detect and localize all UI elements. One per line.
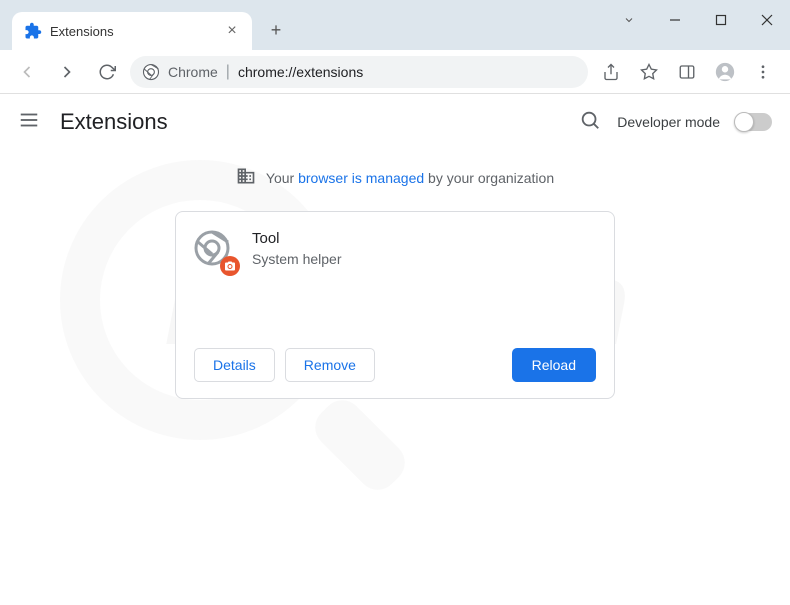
developer-mode-toggle[interactable] [736,113,772,131]
page-header: Extensions Developer mode [0,94,790,150]
search-icon[interactable] [579,109,601,136]
managed-link[interactable]: browser is managed [298,170,424,186]
details-button[interactable]: Details [194,348,275,382]
new-tab-button[interactable]: + [260,14,292,46]
hamburger-icon[interactable] [18,109,42,136]
forward-button[interactable] [50,55,84,89]
building-icon [236,166,256,189]
page-title: Extensions [60,109,168,135]
managed-banner: Your browser is managed by your organiza… [0,150,790,211]
extension-card: Tool System helper Details Remove Reload [175,211,615,399]
remove-button[interactable]: Remove [285,348,375,382]
omnibox-scheme-label: Chrome [168,64,218,80]
managed-prefix: Your [266,170,298,186]
reload-button[interactable] [90,55,124,89]
chrome-icon [142,63,160,81]
omnibox[interactable]: Chrome | chrome://extensions [130,56,588,88]
managed-suffix: by your organization [424,170,554,186]
camera-badge-icon [220,256,240,276]
reload-extension-button[interactable]: Reload [512,348,596,382]
extension-icon-wrap [194,230,234,270]
extensions-list: Tool System helper Details Remove Reload [0,211,790,399]
menu-icon[interactable] [746,55,780,89]
profile-icon[interactable] [708,55,742,89]
address-bar: Chrome | chrome://extensions [0,50,790,94]
side-panel-icon[interactable] [670,55,704,89]
address-bar-actions [594,55,780,89]
tabs-area: Extensions × + [0,12,292,50]
tab-title: Extensions [50,24,224,39]
developer-mode-label: Developer mode [617,114,720,130]
browser-tab[interactable]: Extensions × [12,12,252,50]
omnibox-url: chrome://extensions [238,64,576,80]
omnibox-separator: | [226,63,230,81]
back-button[interactable] [10,55,44,89]
close-icon[interactable]: × [224,23,240,39]
extension-actions: Details Remove Reload [194,348,596,382]
extension-description: System helper [252,251,341,267]
star-icon[interactable] [632,55,666,89]
maximize-button[interactable] [698,4,744,36]
minimize-button[interactable] [652,4,698,36]
close-window-button[interactable] [744,4,790,36]
share-icon[interactable] [594,55,628,89]
window-controls [606,0,790,50]
window-titlebar: Extensions × + [0,0,790,50]
chevron-down-icon[interactable] [606,4,652,36]
managed-text: Your browser is managed by your organiza… [266,170,554,186]
extension-name: Tool [252,230,341,247]
header-right: Developer mode [579,109,772,136]
extension-info: Tool System helper [252,230,341,340]
extension-card-body: Tool System helper [194,230,596,340]
puzzle-icon [24,22,42,40]
toggle-knob [734,112,754,132]
